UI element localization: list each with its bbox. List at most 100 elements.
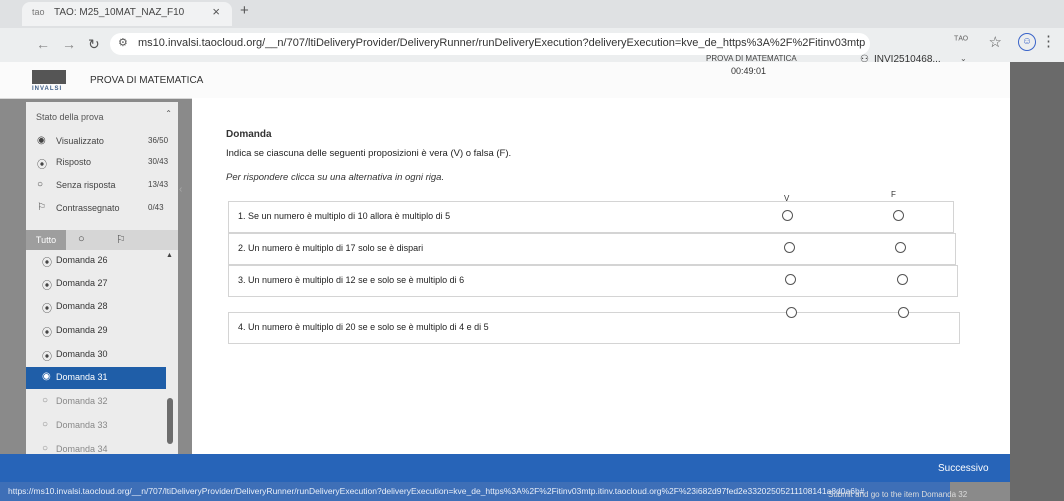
app-header: INVALSI PROVA DI MATEMATICA PROVA DI MAT… [0, 54, 1010, 99]
radio-filled-icon: ⦿ [37, 160, 47, 171]
question-item[interactable]: ○ Domanda 32 [26, 391, 166, 413]
radio-filled-icon: ⦿ [42, 258, 52, 269]
column-header-false: F [891, 190, 896, 199]
question-item[interactable]: ○ Domanda 33 [26, 415, 166, 437]
question-prompt: Indica se ciascuna delle seguenti propos… [226, 148, 512, 159]
statement-row: 3. Un numero è multiplo di 12 se e solo … [228, 265, 958, 297]
question-label: Domanda 32 [56, 396, 108, 406]
radio-filled-icon: ⦿ [42, 281, 52, 292]
site-settings-icon[interactable]: ⚙ [118, 36, 128, 49]
back-icon[interactable]: ← [36, 36, 50, 52]
panel-title: Stato della prova [36, 112, 104, 122]
statement-text: 4. Un numero è multiplo di 20 se e solo … [238, 322, 489, 332]
summary-label: Visualizzato [56, 136, 104, 146]
question-list: ⦿ Domanda 26 ⦿ Domanda 27 ⦿ Domanda 28 ⦿… [26, 250, 166, 472]
background-area [1010, 62, 1064, 501]
question-label: Domanda 30 [56, 349, 108, 359]
radio-filled-icon: ⦿ [42, 304, 52, 315]
summary-count: 30/43 [148, 157, 169, 166]
question-item[interactable]: ⦿ Domanda 26 [26, 250, 166, 272]
browser-menu-icon[interactable]: ⋮ [1041, 32, 1056, 50]
summary-viewed: ◉ Visualizzato 36/50 [26, 132, 178, 152]
question-item[interactable]: ⦿ Domanda 29 [26, 320, 166, 342]
radio-true[interactable] [785, 274, 796, 285]
radio-false[interactable] [898, 307, 909, 318]
tab-title: TAO: M25_10MAT_NAZ_F10 [54, 7, 185, 18]
radio-empty-icon: ○ [42, 395, 49, 406]
app-title: PROVA DI MATEMATICA [90, 75, 204, 86]
browser-tab-bar: tao TAO: M25_10MAT_NAZ_F10 × + [0, 0, 1064, 28]
summary-answered: ⦿ Risposto 30/43 [26, 153, 178, 173]
question-item[interactable]: ⦿ Domanda 30 [26, 344, 166, 366]
tab-close-icon[interactable]: × [212, 4, 220, 19]
question-item-current[interactable]: ◉ Domanda 31 [26, 367, 166, 389]
scroll-up-icon[interactable]: ▲ [166, 252, 173, 259]
question-instruction: Per rispondere clicca su una alternativa… [226, 172, 445, 183]
translate-icon[interactable]: ᵀᴬᴼ [954, 35, 968, 46]
question-label: Domanda 29 [56, 325, 108, 335]
question-item[interactable]: ⦿ Domanda 27 [26, 273, 166, 295]
question-label: Domanda 31 [56, 372, 108, 382]
filter-all-button[interactable]: Tutto [26, 230, 66, 250]
question-heading: Domanda [226, 129, 272, 140]
radio-true[interactable] [786, 307, 797, 318]
user-icon: ⚇ [860, 54, 869, 65]
next-tooltip: Submit and go to the item Domanda 32 [828, 490, 968, 499]
chevron-up-icon[interactable]: ⌃ [165, 109, 172, 118]
statement-row: 4. Un numero è multiplo di 20 se e solo … [228, 307, 960, 344]
eye-icon: ◉ [37, 135, 46, 146]
question-label: Domanda 33 [56, 420, 108, 430]
filter-bar: Tutto ○ ⚐ [26, 230, 178, 250]
profile-icon[interactable]: ☺ [1018, 33, 1036, 51]
reload-icon[interactable]: ↻ [88, 36, 100, 53]
radio-true[interactable] [784, 242, 795, 253]
summary-count: 36/50 [148, 136, 169, 145]
address-bar[interactable]: ⚙ ms10.invalsi.taocloud.org/__n/707/ltiD… [110, 33, 870, 55]
summary-count: 0/43 [148, 203, 164, 212]
radio-false[interactable] [897, 274, 908, 285]
browser-tab[interactable]: tao TAO: M25_10MAT_NAZ_F10 × [22, 2, 232, 26]
url-text[interactable]: ms10.invalsi.taocloud.org/__n/707/ltiDel… [138, 37, 866, 49]
navigation-bar: Successivo [0, 454, 1010, 482]
question-item[interactable]: ⦿ Domanda 28 [26, 296, 166, 318]
radio-empty-icon: ○ [42, 443, 49, 454]
logo-text: INVALSI [32, 86, 63, 92]
test-status-panel: Stato della prova ⌃ ◉ Visualizzato 36/50… [26, 102, 178, 472]
summary-count: 13/43 [148, 180, 169, 189]
question-label: Domanda 27 [56, 278, 108, 288]
question-label: Domanda 34 [56, 444, 108, 454]
statement-text: 3. Un numero è multiplo di 12 se e solo … [238, 275, 465, 285]
bookmark-star-icon[interactable]: ☆ [989, 33, 1002, 51]
radio-false[interactable] [895, 242, 906, 253]
question-label: Domanda 26 [56, 255, 108, 265]
collapse-sidebar-icon[interactable]: ‹ [179, 184, 182, 195]
radio-empty-icon: ○ [37, 179, 44, 190]
summary-flagged: ⚐ Contrassegnato 0/43 [26, 199, 178, 219]
next-button[interactable]: Successivo [938, 463, 989, 474]
scrollbar-thumb[interactable] [167, 398, 173, 444]
question-area: Domanda Indica se ciascuna delle seguent… [192, 98, 1010, 454]
radio-true[interactable] [782, 210, 793, 221]
summary-label: Contrassegnato [56, 203, 120, 213]
statement-text: 2. Un numero è multiplo di 17 solo se è … [238, 243, 424, 253]
invalsi-logo: INVALSI [32, 70, 66, 94]
filter-flagged-icon[interactable]: ⚐ [116, 233, 126, 246]
radio-false[interactable] [893, 210, 904, 221]
flag-icon: ⚐ [37, 202, 46, 213]
forward-icon[interactable]: → [62, 36, 76, 52]
user-id[interactable]: INVI2510468... [874, 54, 941, 65]
link-status-bar: https://ms10.invalsi.taocloud.org/__n/70… [0, 482, 950, 501]
statement-row: 1. Se un numero è multiplo di 10 allora … [228, 201, 954, 233]
summary-label: Risposto [56, 157, 92, 167]
summary-label: Senza risposta [56, 180, 116, 190]
status-url-text: https://ms10.invalsi.taocloud.org/__n/70… [8, 486, 865, 496]
chevron-down-icon[interactable]: ⌄ [960, 54, 967, 63]
filter-unanswered-icon[interactable]: ○ [78, 233, 85, 245]
new-tab-button[interactable]: + [240, 2, 249, 19]
radio-empty-icon: ○ [42, 419, 49, 430]
eye-icon: ◉ [42, 371, 51, 382]
statement-text: 1. Se un numero è multiplo di 10 allora … [238, 211, 451, 221]
question-label: Domanda 28 [56, 301, 108, 311]
radio-filled-icon: ⦿ [42, 328, 52, 339]
radio-filled-icon: ⦿ [42, 352, 52, 363]
